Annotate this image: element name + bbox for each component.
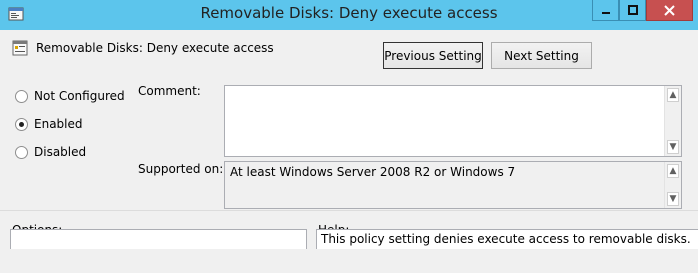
comment-textarea[interactable]: ▲ ▼ bbox=[224, 85, 682, 157]
comment-label: Comment: bbox=[138, 84, 201, 98]
section-divider bbox=[0, 210, 698, 211]
help-text: This policy setting denies execute acces… bbox=[321, 232, 691, 246]
options-pane[interactable] bbox=[10, 229, 307, 249]
radio-button-selected[interactable] bbox=[15, 117, 28, 131]
supported-on-label: Supported on: bbox=[138, 162, 224, 176]
next-setting-label: Next Setting bbox=[504, 48, 579, 63]
radio-label: Disabled bbox=[34, 145, 87, 159]
radio-button[interactable] bbox=[15, 89, 28, 103]
radio-enabled[interactable]: Enabled bbox=[15, 117, 83, 131]
policy-header: Removable Disks: Deny execute access bbox=[12, 40, 274, 56]
scroll-up-icon[interactable]: ▲ bbox=[667, 164, 679, 178]
title-bar: Removable Disks: Deny execute access bbox=[0, 0, 698, 30]
minimize-button[interactable] bbox=[592, 0, 619, 21]
radio-label: Not Configured bbox=[34, 89, 125, 103]
next-setting-button[interactable]: Next Setting bbox=[491, 42, 592, 69]
minimize-icon bbox=[601, 12, 610, 14]
scroll-down-icon[interactable]: ▼ bbox=[667, 192, 679, 206]
radio-label: Enabled bbox=[34, 117, 83, 131]
radio-disabled[interactable]: Disabled bbox=[15, 145, 86, 159]
scroll-down-icon[interactable]: ▼ bbox=[667, 140, 679, 154]
policy-name: Removable Disks: Deny execute access bbox=[36, 41, 274, 55]
supported-scrollbar[interactable]: ▲ ▼ bbox=[664, 162, 681, 208]
scroll-up-icon[interactable]: ▲ bbox=[667, 88, 679, 102]
help-pane[interactable]: This policy setting denies execute acces… bbox=[316, 229, 698, 249]
radio-button[interactable] bbox=[15, 145, 28, 159]
radio-not-configured[interactable]: Not Configured bbox=[15, 89, 125, 103]
close-button[interactable] bbox=[646, 0, 693, 21]
previous-setting-button[interactable]: Previous Setting bbox=[383, 42, 483, 69]
maximize-button[interactable] bbox=[619, 0, 646, 21]
close-icon bbox=[664, 4, 675, 16]
maximize-icon bbox=[627, 5, 638, 15]
policy-setting-icon bbox=[12, 40, 28, 56]
previous-setting-label: Previous Setting bbox=[384, 48, 482, 63]
supported-on-value: At least Windows Server 2008 R2 or Windo… bbox=[230, 165, 516, 179]
supported-on-field: At least Windows Server 2008 R2 or Windo… bbox=[224, 161, 682, 209]
comment-scrollbar[interactable]: ▲ ▼ bbox=[664, 86, 681, 156]
